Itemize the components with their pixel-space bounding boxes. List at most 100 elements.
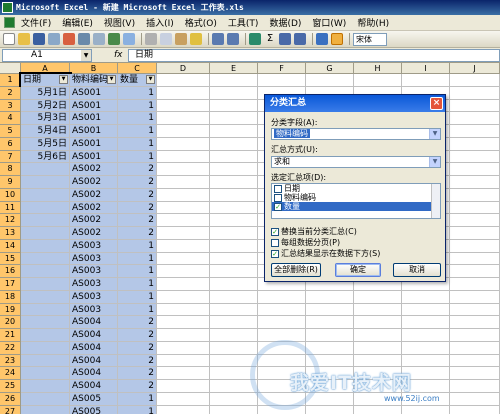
row-header[interactable]: 17 bbox=[0, 278, 21, 291]
empty-cell[interactable] bbox=[450, 112, 500, 125]
save-icon[interactable] bbox=[33, 33, 45, 45]
row-header[interactable]: 22 bbox=[0, 341, 21, 355]
function-select[interactable]: 求和 ▼ bbox=[271, 156, 441, 168]
list-item[interactable]: 物料编码 bbox=[272, 193, 440, 202]
sort-descending-icon[interactable] bbox=[294, 33, 306, 45]
menu-view[interactable]: 视图(V) bbox=[104, 16, 135, 29]
empty-cell[interactable] bbox=[157, 252, 210, 266]
date-cell[interactable]: 5月2日 bbox=[21, 99, 70, 113]
empty-cell[interactable] bbox=[354, 405, 402, 414]
empty-cell[interactable] bbox=[258, 316, 306, 329]
empty-cell[interactable] bbox=[210, 214, 258, 227]
date-cell[interactable] bbox=[21, 329, 70, 342]
empty-cell[interactable] bbox=[450, 405, 500, 414]
qty-cell[interactable]: 1 bbox=[118, 405, 157, 414]
empty-cell[interactable] bbox=[306, 74, 354, 87]
header-cell[interactable]: 数量 ▼ bbox=[118, 74, 157, 87]
ok-button[interactable]: 确定 bbox=[335, 263, 381, 277]
empty-cell[interactable] bbox=[354, 74, 402, 87]
date-cell[interactable] bbox=[21, 316, 70, 329]
date-cell[interactable] bbox=[21, 367, 70, 380]
empty-cell[interactable] bbox=[450, 201, 500, 215]
qty-cell[interactable]: 2 bbox=[118, 341, 157, 355]
qty-cell[interactable]: 2 bbox=[118, 367, 157, 380]
menu-edit[interactable]: 编辑(E) bbox=[62, 16, 93, 29]
qty-cell[interactable]: 1 bbox=[118, 303, 157, 317]
option-page-break[interactable]: 每组数据分页(P) bbox=[271, 237, 340, 248]
qty-cell[interactable]: 1 bbox=[118, 86, 157, 100]
chevron-down-icon[interactable]: ▼ bbox=[81, 50, 91, 61]
row-header[interactable]: 20 bbox=[0, 316, 21, 329]
date-cell[interactable] bbox=[21, 392, 70, 406]
spelling-icon[interactable] bbox=[108, 33, 120, 45]
print-preview-icon[interactable] bbox=[93, 33, 105, 45]
qty-cell[interactable]: 1 bbox=[118, 239, 157, 253]
qty-cell[interactable]: 2 bbox=[118, 214, 157, 227]
autofilter-dropdown-icon[interactable]: ▼ bbox=[107, 75, 116, 84]
empty-cell[interactable] bbox=[354, 290, 402, 304]
empty-cell[interactable] bbox=[210, 392, 258, 406]
workbook-icon[interactable] bbox=[4, 17, 15, 28]
empty-cell[interactable] bbox=[157, 341, 210, 355]
empty-cell[interactable] bbox=[450, 163, 500, 176]
cut-icon[interactable] bbox=[145, 33, 157, 45]
empty-cell[interactable] bbox=[157, 354, 210, 368]
empty-cell[interactable] bbox=[402, 316, 450, 329]
date-cell[interactable] bbox=[21, 252, 70, 266]
code-cell[interactable]: AS003 bbox=[70, 303, 118, 317]
formula-input[interactable]: 日期 bbox=[128, 49, 500, 62]
empty-cell[interactable] bbox=[157, 150, 210, 164]
empty-cell[interactable] bbox=[450, 176, 500, 189]
row-header[interactable]: 12 bbox=[0, 214, 21, 227]
empty-cell[interactable] bbox=[157, 316, 210, 329]
empty-cell[interactable] bbox=[210, 341, 258, 355]
autofilter-dropdown-icon[interactable]: ▼ bbox=[146, 75, 155, 84]
row-header[interactable]: 3 bbox=[0, 99, 21, 113]
empty-cell[interactable] bbox=[450, 74, 500, 87]
empty-cell[interactable] bbox=[306, 341, 354, 355]
empty-cell[interactable] bbox=[450, 392, 500, 406]
empty-cell[interactable] bbox=[450, 188, 500, 202]
list-item[interactable]: 日期 bbox=[272, 184, 440, 193]
qty-cell[interactable]: 1 bbox=[118, 392, 157, 406]
code-cell[interactable]: AS001 bbox=[70, 99, 118, 113]
empty-cell[interactable] bbox=[210, 99, 258, 113]
empty-cell[interactable] bbox=[157, 405, 210, 414]
qty-cell[interactable]: 1 bbox=[118, 265, 157, 278]
open-icon[interactable] bbox=[18, 33, 30, 45]
empty-cell[interactable] bbox=[354, 329, 402, 342]
empty-cell[interactable] bbox=[450, 265, 500, 278]
format-painter-icon[interactable] bbox=[190, 33, 202, 45]
menu-insert[interactable]: 插入(I) bbox=[146, 16, 174, 29]
empty-cell[interactable] bbox=[306, 329, 354, 342]
empty-cell[interactable] bbox=[210, 112, 258, 125]
code-cell[interactable]: AS002 bbox=[70, 201, 118, 215]
date-cell[interactable] bbox=[21, 188, 70, 202]
empty-cell[interactable] bbox=[450, 239, 500, 253]
empty-cell[interactable] bbox=[306, 405, 354, 414]
row-header[interactable]: 18 bbox=[0, 290, 21, 304]
code-cell[interactable]: AS003 bbox=[70, 252, 118, 266]
copy-icon[interactable] bbox=[160, 33, 172, 45]
group-by-select[interactable]: 物料编码 ▼ bbox=[271, 128, 441, 140]
empty-cell[interactable] bbox=[210, 137, 258, 151]
permission-icon[interactable] bbox=[48, 33, 60, 45]
column-header[interactable]: A bbox=[21, 63, 70, 74]
empty-cell[interactable] bbox=[157, 329, 210, 342]
date-cell[interactable] bbox=[21, 214, 70, 227]
empty-cell[interactable] bbox=[210, 316, 258, 329]
date-cell[interactable] bbox=[21, 227, 70, 240]
empty-cell[interactable] bbox=[157, 112, 210, 125]
empty-cell[interactable] bbox=[157, 265, 210, 278]
empty-cell[interactable] bbox=[450, 99, 500, 113]
cancel-button[interactable]: 取消 bbox=[393, 263, 441, 277]
row-header[interactable]: 13 bbox=[0, 227, 21, 240]
empty-cell[interactable] bbox=[157, 367, 210, 380]
column-header[interactable]: B bbox=[70, 63, 118, 74]
chart-wizard-icon[interactable] bbox=[316, 33, 328, 45]
empty-cell[interactable] bbox=[210, 252, 258, 266]
empty-cell[interactable] bbox=[157, 74, 210, 87]
row-header[interactable]: 16 bbox=[0, 265, 21, 278]
empty-cell[interactable] bbox=[157, 125, 210, 138]
chevron-down-icon[interactable]: ▼ bbox=[429, 129, 440, 139]
